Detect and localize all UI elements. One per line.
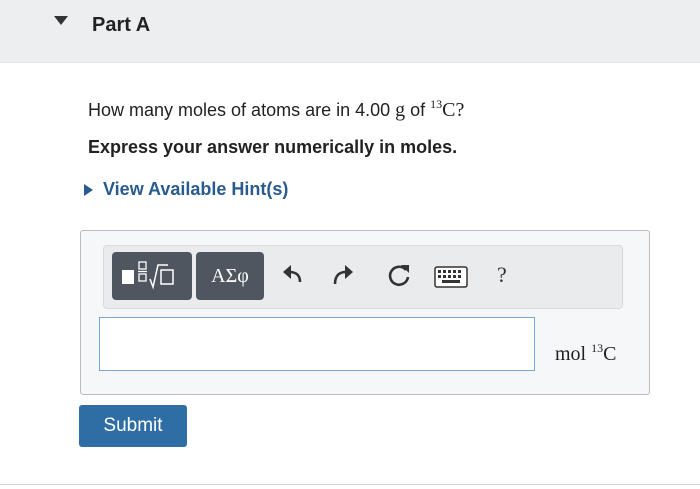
part-header[interactable]: Part A [0, 0, 700, 63]
answer-unit-label: mol 13C [555, 341, 617, 365]
templates-icon [122, 261, 174, 290]
redo-icon[interactable] [330, 262, 356, 290]
templates-button[interactable] [112, 252, 192, 300]
answer-input[interactable] [99, 317, 535, 371]
math-toolbar: ΑΣφ ? [103, 245, 623, 309]
question-element: C [442, 99, 456, 121]
unit-element: C [603, 343, 617, 365]
part-title: Part A [92, 14, 151, 36]
expand-arrow-icon [84, 183, 93, 196]
collapse-caret-icon[interactable] [54, 16, 68, 25]
question-text: How many moles of atoms are in 4.00 g of… [88, 97, 465, 121]
divider [0, 484, 700, 485]
question-isotope-mass: 13 [430, 97, 443, 111]
unit-isotope-mass: 13 [591, 341, 604, 355]
help-button[interactable]: ? [497, 262, 507, 288]
undo-icon[interactable] [280, 262, 306, 290]
view-hints-link[interactable]: View Available Hint(s) [84, 179, 288, 200]
question-unit: g [395, 99, 406, 121]
greek-symbols-button[interactable]: ΑΣφ [196, 252, 264, 300]
submit-button[interactable]: Submit [79, 405, 187, 447]
instruction-text: Express your answer numerically in moles… [88, 137, 458, 157]
reset-icon[interactable] [385, 262, 413, 290]
keyboard-icon[interactable] [434, 266, 468, 288]
answer-box: ΑΣφ ? mol 13C [80, 230, 650, 395]
hint-label: View Available Hint(s) [103, 179, 289, 199]
